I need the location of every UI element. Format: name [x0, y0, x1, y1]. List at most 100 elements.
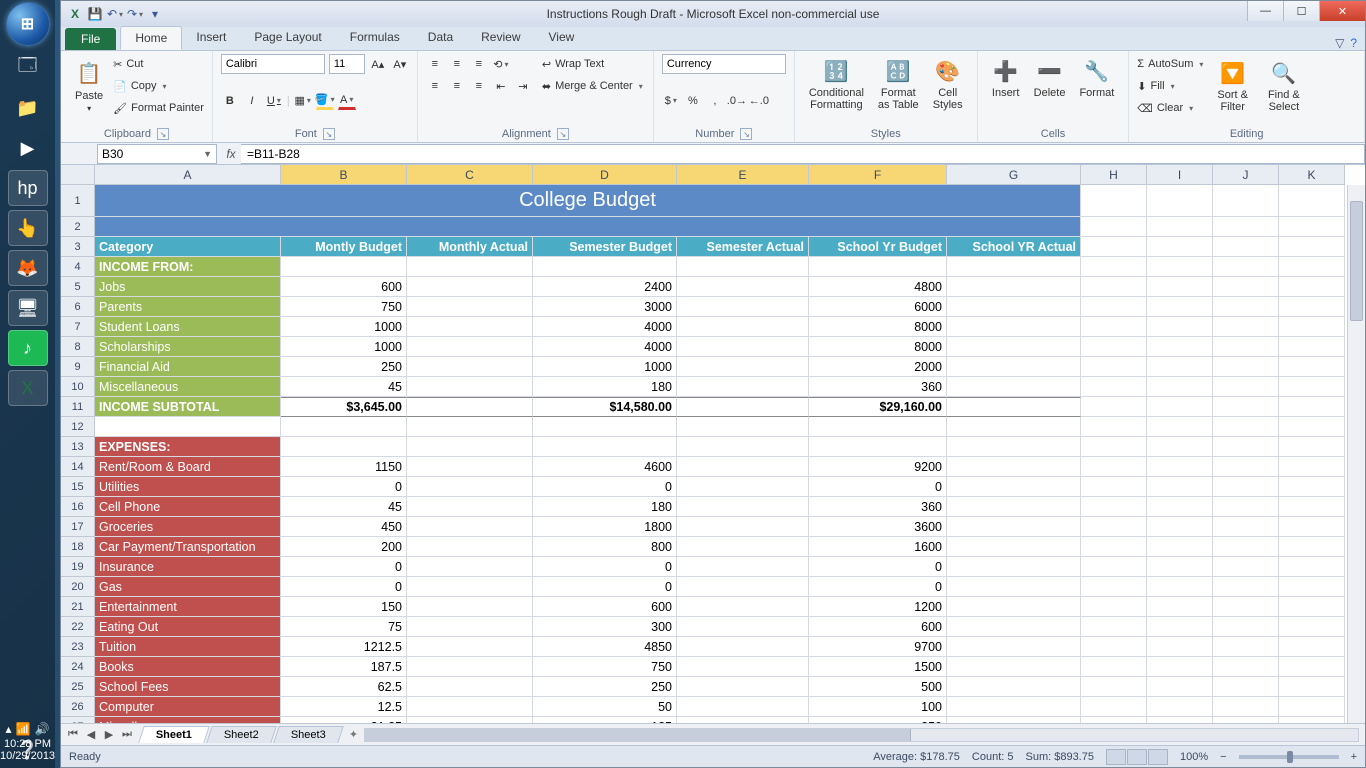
- cell[interactable]: 360: [809, 377, 947, 397]
- system-tray[interactable]: ▴📶🔊 10:28 PM 10/29/2013: [0, 718, 55, 768]
- cell[interactable]: [407, 317, 533, 337]
- column-header[interactable]: H: [1081, 165, 1147, 185]
- font-color-button[interactable]: A: [338, 92, 356, 110]
- cell[interactable]: [1081, 437, 1147, 457]
- cell[interactable]: [1147, 237, 1213, 257]
- cell[interactable]: [1147, 217, 1213, 237]
- format-cells-button[interactable]: 🔧Format: [1073, 53, 1120, 103]
- sheet-tab[interactable]: Sheet2: [206, 726, 276, 743]
- tray-icon[interactable]: ▴: [6, 722, 12, 736]
- column-header[interactable]: G: [947, 165, 1081, 185]
- cell[interactable]: [1279, 577, 1345, 597]
- cell[interactable]: [1081, 397, 1147, 417]
- cell[interactable]: [809, 417, 947, 437]
- cell[interactable]: [1213, 377, 1279, 397]
- cell[interactable]: 8000: [809, 317, 947, 337]
- cell[interactable]: 180: [533, 377, 677, 397]
- row-header[interactable]: 4: [61, 257, 95, 277]
- cell[interactable]: [281, 437, 407, 457]
- align-left-icon[interactable]: ≡: [426, 77, 444, 95]
- cell[interactable]: [947, 517, 1081, 537]
- cell[interactable]: [1213, 457, 1279, 477]
- sheet-nav-first-icon[interactable]: ⏮: [65, 728, 81, 741]
- column-title[interactable]: School Yr Budget: [809, 237, 947, 257]
- increase-font-icon[interactable]: A▴: [369, 55, 387, 73]
- cell[interactable]: [947, 597, 1081, 617]
- increase-indent-icon[interactable]: ⇥: [514, 77, 532, 95]
- file-tab[interactable]: File: [65, 28, 116, 50]
- column-header[interactable]: E: [677, 165, 809, 185]
- cell[interactable]: 6000: [809, 297, 947, 317]
- cell[interactable]: [1147, 677, 1213, 697]
- cell[interactable]: $14,580.00: [533, 397, 677, 417]
- cell[interactable]: [1213, 577, 1279, 597]
- cell[interactable]: [1081, 477, 1147, 497]
- cell[interactable]: 187.5: [281, 657, 407, 677]
- cell[interactable]: 1000: [281, 337, 407, 357]
- cell[interactable]: [1147, 577, 1213, 597]
- cell[interactable]: [677, 677, 809, 697]
- view-page-layout-button[interactable]: [1127, 749, 1147, 765]
- align-top-icon[interactable]: ≡: [426, 55, 444, 73]
- cell[interactable]: [1279, 437, 1345, 457]
- column-header[interactable]: A: [95, 165, 281, 185]
- cell[interactable]: [1081, 237, 1147, 257]
- cell[interactable]: [407, 617, 533, 637]
- taskbar-firefox-icon[interactable]: 🦊: [8, 250, 48, 286]
- cell[interactable]: [407, 677, 533, 697]
- conditional-formatting-button[interactable]: 🔢Conditional Formatting: [803, 53, 870, 115]
- cell[interactable]: [677, 637, 809, 657]
- cell[interactable]: 75: [281, 617, 407, 637]
- minimize-ribbon-icon[interactable]: ▽: [1335, 36, 1344, 50]
- taskbar-hp-icon[interactable]: hp: [8, 170, 48, 206]
- ribbon-tab-view[interactable]: View: [535, 26, 589, 50]
- cell[interactable]: EXPENSES:: [95, 437, 281, 457]
- increase-decimal-icon[interactable]: .0→: [728, 92, 746, 110]
- row-header[interactable]: 5: [61, 277, 95, 297]
- cell[interactable]: [1081, 617, 1147, 637]
- dialog-launcher-icon[interactable]: ↘: [740, 128, 752, 140]
- cell[interactable]: [1279, 657, 1345, 677]
- cell[interactable]: [677, 697, 809, 717]
- cell[interactable]: [947, 417, 1081, 437]
- cell[interactable]: [1213, 437, 1279, 457]
- row-header[interactable]: 17: [61, 517, 95, 537]
- cell[interactable]: [947, 557, 1081, 577]
- select-all-corner[interactable]: [61, 165, 95, 185]
- cell[interactable]: [1213, 297, 1279, 317]
- cell[interactable]: [947, 617, 1081, 637]
- row-header[interactable]: 14: [61, 457, 95, 477]
- cell[interactable]: [677, 557, 809, 577]
- title-bar[interactable]: X 💾 ↶ ↷ ▾ Instructions Rough Draft - Mic…: [61, 1, 1365, 27]
- insert-cells-button[interactable]: ➕Insert: [986, 53, 1026, 103]
- ribbon-tab-home[interactable]: Home: [120, 26, 182, 50]
- cell[interactable]: [677, 257, 809, 277]
- cell[interactable]: 600: [533, 597, 677, 617]
- cell[interactable]: Utilities: [95, 477, 281, 497]
- row-header[interactable]: 6: [61, 297, 95, 317]
- cell[interactable]: 0: [809, 577, 947, 597]
- cell[interactable]: [677, 437, 809, 457]
- cell[interactable]: Groceries: [95, 517, 281, 537]
- cell[interactable]: [1279, 457, 1345, 477]
- cell[interactable]: 62.5: [281, 677, 407, 697]
- cell[interactable]: [1147, 657, 1213, 677]
- cell[interactable]: [1081, 317, 1147, 337]
- cell[interactable]: School Fees: [95, 677, 281, 697]
- comma-format-icon[interactable]: ,: [706, 92, 724, 110]
- cell[interactable]: [1279, 217, 1345, 237]
- cell[interactable]: [1213, 517, 1279, 537]
- scrollbar-thumb[interactable]: [1350, 201, 1363, 321]
- decrease-indent-icon[interactable]: ⇤: [492, 77, 510, 95]
- cell[interactable]: [407, 297, 533, 317]
- row-header[interactable]: 2: [61, 217, 95, 237]
- cell[interactable]: Car Payment/Transportation: [95, 537, 281, 557]
- row-header[interactable]: 19: [61, 557, 95, 577]
- cell[interactable]: [1147, 457, 1213, 477]
- taskbar-excel-icon[interactable]: X: [8, 370, 48, 406]
- save-icon[interactable]: 💾: [87, 6, 103, 22]
- autosum-button[interactable]: Σ AutoSum: [1137, 53, 1203, 75]
- cell[interactable]: [1279, 237, 1345, 257]
- row-header[interactable]: 13: [61, 437, 95, 457]
- cell[interactable]: [947, 537, 1081, 557]
